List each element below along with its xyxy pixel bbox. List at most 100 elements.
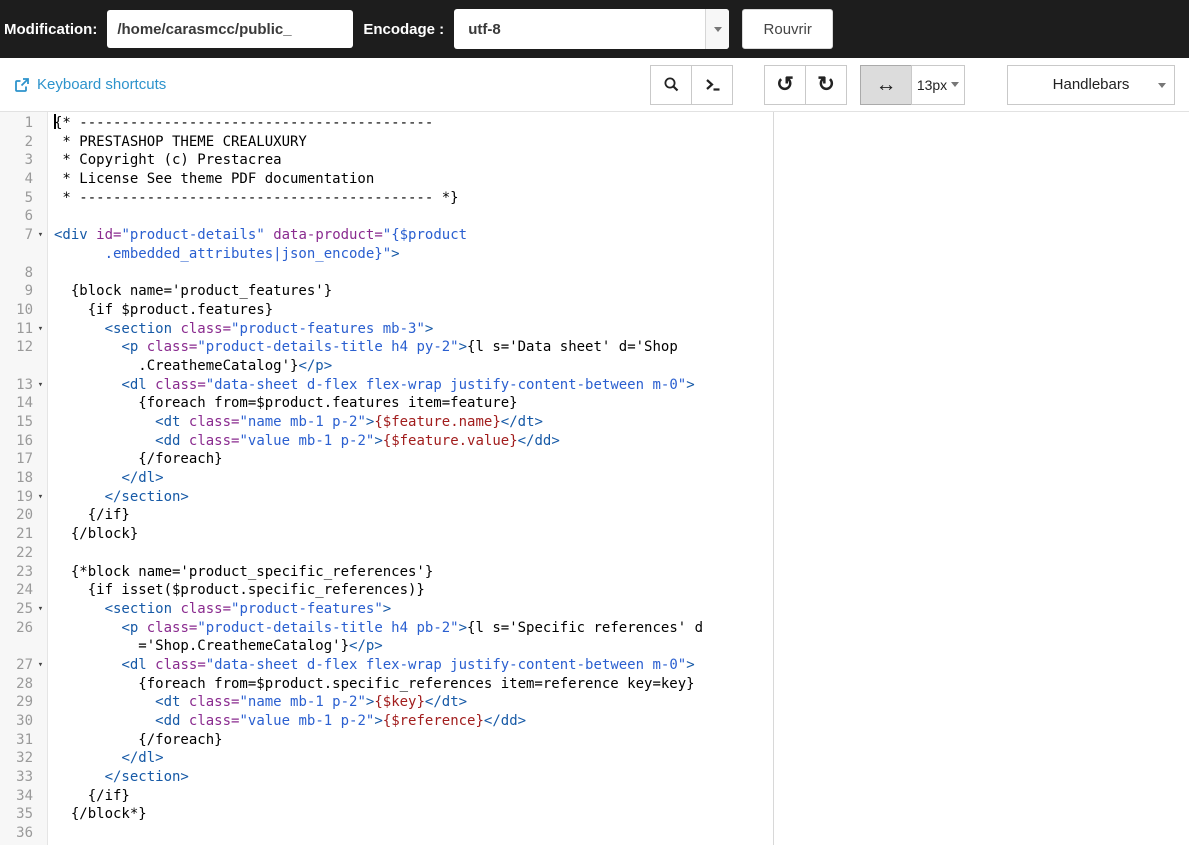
- line-number: [0, 245, 33, 264]
- code-line[interactable]: .embedded_attributes|json_encode}">: [0, 245, 1189, 264]
- gutter-cell: [0, 245, 48, 264]
- search-icon: [663, 76, 680, 93]
- editor-divider: [773, 112, 774, 845]
- code-line[interactable]: 25 ▾ <section class="product-features">: [0, 600, 1189, 619]
- fold-icon[interactable]: ▾: [33, 600, 48, 619]
- code-line[interactable]: 4 * License See theme PDF documentation: [0, 170, 1189, 189]
- code-line[interactable]: 27 ▾ <dl class="data-sheet d-flex flex-wr…: [0, 656, 1189, 675]
- gutter-cell: 5: [0, 189, 48, 208]
- line-number: 31: [16, 731, 33, 748]
- redo-button[interactable]: ↻: [805, 64, 847, 105]
- line-number: 7: [24, 227, 33, 244]
- code-editor[interactable]: 1 {* ------------------------------------…: [0, 112, 1189, 845]
- code-line[interactable]: 11 ▾ <section class="product-features mb-…: [0, 320, 1189, 339]
- code-line[interactable]: 20 {/if}: [0, 506, 1189, 525]
- toggle-width-button[interactable]: ↔: [860, 64, 912, 105]
- code-line[interactable]: 8: [0, 264, 1189, 283]
- code-line[interactable]: 28 {foreach from=$product.specific_refer…: [0, 675, 1189, 694]
- code-line[interactable]: 13 ▾ <dl class="data-sheet d-flex flex-wr…: [0, 376, 1189, 395]
- code-line[interactable]: 1 {* ------------------------------------…: [0, 114, 1189, 133]
- gutter-cell: 4: [0, 170, 48, 189]
- code-line[interactable]: .CreathemeCatalog'}</p>: [0, 357, 1189, 376]
- fold-icon[interactable]: ▾: [33, 656, 48, 675]
- code-text: <p class="product-details-title h4 pb-2"…: [121, 619, 704, 636]
- code-text: {*block name='product_specific_reference…: [54, 563, 434, 580]
- code-line[interactable]: ='Shop.CreathemeCatalog'}</p>: [0, 637, 1189, 656]
- line-number: 11: [16, 320, 33, 337]
- code-line[interactable]: 23 {*block name='product_specific_refere…: [0, 563, 1189, 582]
- gutter-cell: 9: [0, 282, 48, 301]
- code-line[interactable]: 30 <dd class="value mb-1 p-2">{$referenc…: [0, 712, 1189, 731]
- fold-icon[interactable]: ▾: [33, 488, 48, 507]
- chevron-down-icon: [951, 82, 960, 87]
- chevron-down-icon: [1158, 82, 1166, 88]
- gutter-cell: 2: [0, 133, 48, 152]
- code-line[interactable]: 33 </section>: [0, 768, 1189, 787]
- search-button[interactable]: [650, 64, 692, 105]
- gutter-cell: 16: [0, 432, 48, 451]
- code-text: .CreathemeCatalog'}</p>: [54, 357, 333, 374]
- encoding-value: utf-8: [468, 20, 501, 38]
- gutter-cell: 36: [0, 824, 48, 843]
- font-size-select[interactable]: 13px: [911, 64, 965, 105]
- code-text: <dl class="data-sheet d-flex flex-wrap j…: [121, 376, 695, 393]
- code-line[interactable]: 9 {block name='product_features'}: [0, 282, 1189, 301]
- code-line[interactable]: 7 ▾ <div id="product-details" data-product…: [0, 226, 1189, 245]
- code-text: {if isset($product.specific_references)}: [54, 582, 425, 599]
- code-line[interactable]: 21 {/block}: [0, 525, 1189, 544]
- code-text: <p class="product-details-title h4 py-2"…: [121, 339, 678, 356]
- code-line[interactable]: 15 <dt class="name mb-1 p-2">{$feature.n…: [0, 413, 1189, 432]
- code-line[interactable]: 18 </dl>: [0, 469, 1189, 488]
- code-line[interactable]: 22: [0, 544, 1189, 563]
- code-line[interactable]: 35 {/block*}: [0, 805, 1189, 824]
- keyboard-shortcuts-link[interactable]: Keyboard shortcuts: [14, 76, 166, 93]
- code-line[interactable]: 29 <dt class="name mb-1 p-2">{$key}</dt>: [0, 693, 1189, 712]
- code-line[interactable]: 26 <p class="product-details-title h4 pb…: [0, 619, 1189, 638]
- code-line[interactable]: 5 * ------------------------------------…: [0, 189, 1189, 208]
- code-line[interactable]: 32 </dl>: [0, 749, 1189, 768]
- gutter-cell: 8: [0, 264, 48, 283]
- fold-icon[interactable]: ▾: [33, 226, 48, 245]
- code-line[interactable]: 24 {if isset($product.specific_reference…: [0, 581, 1189, 600]
- line-number: 36: [16, 825, 33, 842]
- line-number: 21: [16, 526, 33, 543]
- fold-icon[interactable]: ▾: [33, 376, 48, 395]
- code-line[interactable]: 12 <p class="product-details-title h4 py…: [0, 338, 1189, 357]
- code-text: </section>: [104, 769, 189, 786]
- code-text: <dt class="name mb-1 p-2">{$key}</dt>: [155, 694, 468, 711]
- encoding-select[interactable]: utf-8: [454, 9, 730, 49]
- fold-icon[interactable]: ▾: [33, 320, 48, 339]
- code-line[interactable]: 10 {if $product.features}: [0, 301, 1189, 320]
- line-number: 8: [24, 264, 33, 281]
- code-line[interactable]: 19 ▾ </section>: [0, 488, 1189, 507]
- code-text: {block name='product_features'}: [54, 283, 333, 300]
- syntax-select[interactable]: Handlebars: [1007, 64, 1175, 105]
- reopen-button[interactable]: Rouvrir: [742, 9, 834, 49]
- code-line[interactable]: 3 * Copyright (c) Prestacrea: [0, 151, 1189, 170]
- undo-button[interactable]: ↺: [764, 64, 806, 105]
- path-input[interactable]: /home/carasmcc/public_: [107, 10, 354, 48]
- code-line[interactable]: 36: [0, 824, 1189, 843]
- code-line[interactable]: 6: [0, 207, 1189, 226]
- code-text: {/if}: [54, 507, 130, 524]
- code-line[interactable]: 34 {/if}: [0, 787, 1189, 806]
- code-text: * License See theme PDF documentation: [54, 171, 375, 188]
- code-text: </section>: [104, 488, 189, 505]
- code-line[interactable]: 2 * PRESTASHOP THEME CREALUXURY: [0, 133, 1189, 152]
- terminal-button[interactable]: [691, 64, 733, 105]
- code-line[interactable]: 16 <dd class="value mb-1 p-2">{$feature.…: [0, 432, 1189, 451]
- code-line[interactable]: 31 {/foreach}: [0, 731, 1189, 750]
- gutter-cell: 28: [0, 675, 48, 694]
- code-text: {foreach from=$product.specific_referenc…: [54, 675, 695, 692]
- code-line[interactable]: 14 {foreach from=$product.features item=…: [0, 394, 1189, 413]
- code-line[interactable]: 17 {/foreach}: [0, 450, 1189, 469]
